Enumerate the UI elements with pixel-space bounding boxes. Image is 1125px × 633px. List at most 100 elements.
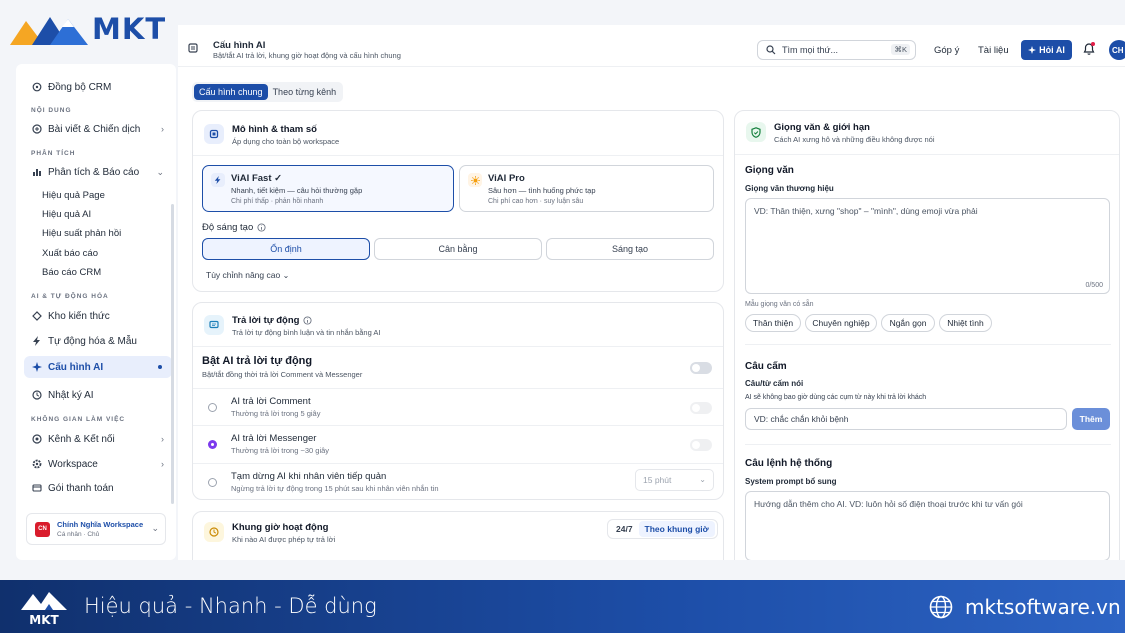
clock-icon (204, 522, 224, 542)
sidebar-item-posts[interactable]: Bài viết & Chiến dịch › (24, 118, 172, 140)
page-subtitle: Bật/tắt AI trả lời, khung giờ hoạt động … (213, 51, 401, 60)
footer-website[interactable]: mktsoftware.vn (965, 595, 1121, 619)
pause-duration-select[interactable]: 15 phút ⌄ (635, 469, 714, 491)
model-option-pro[interactable]: ViAI Pro Sâu hơn — tình huống phức tạp C… (459, 165, 714, 212)
lightning-icon (32, 336, 42, 346)
workspace-switcher[interactable]: CN Chính Nghĩa Workspace Cá nhân · Chủ ⌄ (26, 513, 166, 545)
banned-phrase-input[interactable]: VD: chắc chắn khỏi bệnh (745, 408, 1067, 430)
sidebar-item-label: Kênh & Kết nối (48, 433, 115, 445)
chevron-down-icon: ⌄ (151, 523, 159, 533)
sidebar-scrollbar[interactable] (171, 204, 174, 504)
sidebar-item-analytics[interactable]: Phân tích & Báo cáo ⌄ (24, 161, 172, 183)
preset-chip-friendly[interactable]: Thân thiện (745, 314, 801, 332)
cpu-icon (204, 124, 224, 144)
hours-subtitle: Khi nào AI được phép tự trả lời (232, 535, 336, 544)
system-placeholder: Hướng dẫn thêm cho AI. VD: luôn hỏi số đ… (754, 499, 1023, 509)
preset-chip-enthusiastic[interactable]: Nhiệt tình (939, 314, 992, 332)
preset-chip-professional[interactable]: Chuyên nghiệp (805, 314, 877, 332)
section-label-content: NỘI DUNG (31, 107, 72, 114)
page-title: Cấu hình AI (213, 40, 266, 51)
creativity-creative[interactable]: Sáng tạo (546, 238, 714, 260)
banned-placeholder: VD: chắc chắn khỏi bệnh (754, 414, 849, 424)
sidebar-item-crm-sync[interactable]: Đồng bộ CRM (24, 76, 172, 98)
chevron-right-icon: › (161, 459, 164, 469)
sidebar-subitem-export-report[interactable]: Xuất báo cáo (42, 248, 98, 259)
add-banned-button[interactable]: Thêm (1072, 408, 1110, 430)
brand-logo[interactable]: MKT (10, 9, 166, 49)
tab-general[interactable]: Cấu hình chung (194, 84, 268, 100)
master-toggle-title: Bật AI trả lời tự động (202, 355, 313, 367)
ask-ai-button[interactable]: Hỏi AI (1021, 40, 1072, 60)
card-icon (32, 483, 42, 493)
footer-logo-text: MKT (29, 613, 59, 626)
sidebar-item-ai-log[interactable]: Nhật ký AI (24, 384, 172, 406)
sidebar-subitem-page-performance[interactable]: Hiệu quả Page (42, 190, 105, 201)
sync-icon (32, 82, 42, 92)
chat-icon (204, 315, 224, 335)
brand-tone-textarea[interactable]: VD: Thân thiện, xưng "shop" – "mình", dù… (745, 198, 1110, 294)
feedback-link[interactable]: Góp ý (934, 45, 959, 56)
mode-schedule[interactable]: Theo khung giờ (638, 521, 715, 537)
model-card-subtitle: Áp dụng cho toàn bộ workspace (232, 137, 340, 146)
sidebar-subitem-crm-report[interactable]: Báo cáo CRM (42, 267, 101, 278)
sidebar-item-label: Bài viết & Chiến dịch (48, 123, 141, 135)
divider (193, 346, 723, 347)
docs-link[interactable]: Tài liệu (978, 45, 1009, 56)
sidebar-item-automation[interactable]: Tự động hóa & Mẫu (24, 330, 172, 352)
mode-247[interactable]: 24/7 (610, 524, 639, 534)
preset-chip-concise[interactable]: Ngắn gọn (881, 314, 935, 332)
comment-row-sub: Thường trả lời trong 5 giây (231, 409, 321, 418)
model-option-cost: Chi phí thấp · phản hồi nhanh (231, 198, 324, 205)
advanced-toggle-link[interactable]: Tùy chỉnh nâng cao ⌄ (206, 270, 289, 280)
system-prompt-textarea[interactable]: Hướng dẫn thêm cho AI. VD: luôn hỏi số đ… (745, 491, 1110, 560)
messenger-row-sub: Thường trả lời trong ~30 giây (231, 446, 330, 455)
search-icon (766, 45, 776, 55)
topbar: Cấu hình AI Bật/tắt AI trả lời, khung gi… (178, 25, 1125, 67)
creativity-stable[interactable]: Ổn định (202, 238, 370, 260)
workspace-avatar: CN (35, 521, 50, 537)
sidebar-item-workspace[interactable]: Workspace › (24, 453, 172, 475)
sidebar-item-ai-config[interactable]: Cấu hình AI (24, 356, 172, 378)
comment-auto-reply-toggle[interactable] (690, 402, 712, 414)
tab-per-channel[interactable]: Theo từng kênh (268, 84, 342, 100)
main-panel: Cấu hình AI Bật/tắt AI trả lời, khung gi… (178, 25, 1125, 560)
sidebar-subitem-ai-performance[interactable]: Hiệu quả AI (42, 209, 91, 220)
sidebar-item-channels[interactable]: Kênh & Kết nối › (24, 428, 172, 450)
mountains-logo-icon (10, 17, 88, 45)
creativity-label-row: Độ sáng tạo (202, 222, 266, 233)
workspace-name: Chính Nghĩa Workspace (57, 520, 144, 529)
sidebar-item-label: Kho kiến thức (48, 310, 110, 322)
footer-tagline: Hiệu quả - Nhanh - Dễ dùng (84, 594, 377, 618)
config-page-icon (188, 43, 198, 53)
search-input[interactable]: Tìm mọi thứ... ⌘K (757, 40, 916, 60)
creativity-balanced[interactable]: Cân bằng (374, 238, 542, 260)
divider (745, 344, 1111, 345)
chevron-down-icon: ⌄ (699, 475, 706, 484)
system-section-title: Câu lệnh hệ thống (745, 458, 833, 469)
sidebar-item-label: Tự động hóa & Mẫu (48, 335, 137, 347)
chevron-right-icon: › (161, 124, 164, 134)
sidebar-item-knowledge[interactable]: Kho kiến thức (24, 305, 172, 327)
user-avatar[interactable]: CH (1109, 40, 1125, 60)
chevron-down-icon: ⌄ (282, 271, 290, 280)
lightning-icon (211, 173, 225, 187)
pause-status-icon (208, 478, 217, 487)
tone-card-title: Giọng văn & giới hạn (774, 122, 870, 133)
info-icon[interactable] (303, 316, 313, 325)
globe-icon (929, 595, 953, 619)
master-auto-reply-toggle[interactable] (690, 362, 712, 374)
model-option-fast[interactable]: ViAI Fast ✓ Nhanh, tiết kiệm — câu hỏi t… (202, 165, 454, 212)
sun-icon (468, 173, 482, 187)
knowledge-icon (32, 311, 42, 321)
shortcut-badge: ⌘K (891, 44, 910, 55)
sidebar-item-billing[interactable]: Gói thanh toán (24, 477, 172, 499)
divider (193, 388, 723, 389)
info-icon[interactable] (257, 223, 266, 232)
messenger-auto-reply-toggle[interactable] (690, 439, 712, 451)
tone-card: Giọng văn & giới hạn Cách AI xưng hô và … (734, 110, 1120, 560)
comment-row-title: AI trả lời Comment (231, 396, 311, 407)
section-label-workspace: KHÔNG GIAN LÀM VIỆC (31, 416, 126, 423)
active-dot (158, 365, 162, 369)
sidebar-subitem-response-performance[interactable]: Hiệu suất phản hồi (42, 228, 121, 239)
auto-reply-subtitle: Trả lời tự động bình luận và tin nhắn bằ… (232, 328, 381, 337)
